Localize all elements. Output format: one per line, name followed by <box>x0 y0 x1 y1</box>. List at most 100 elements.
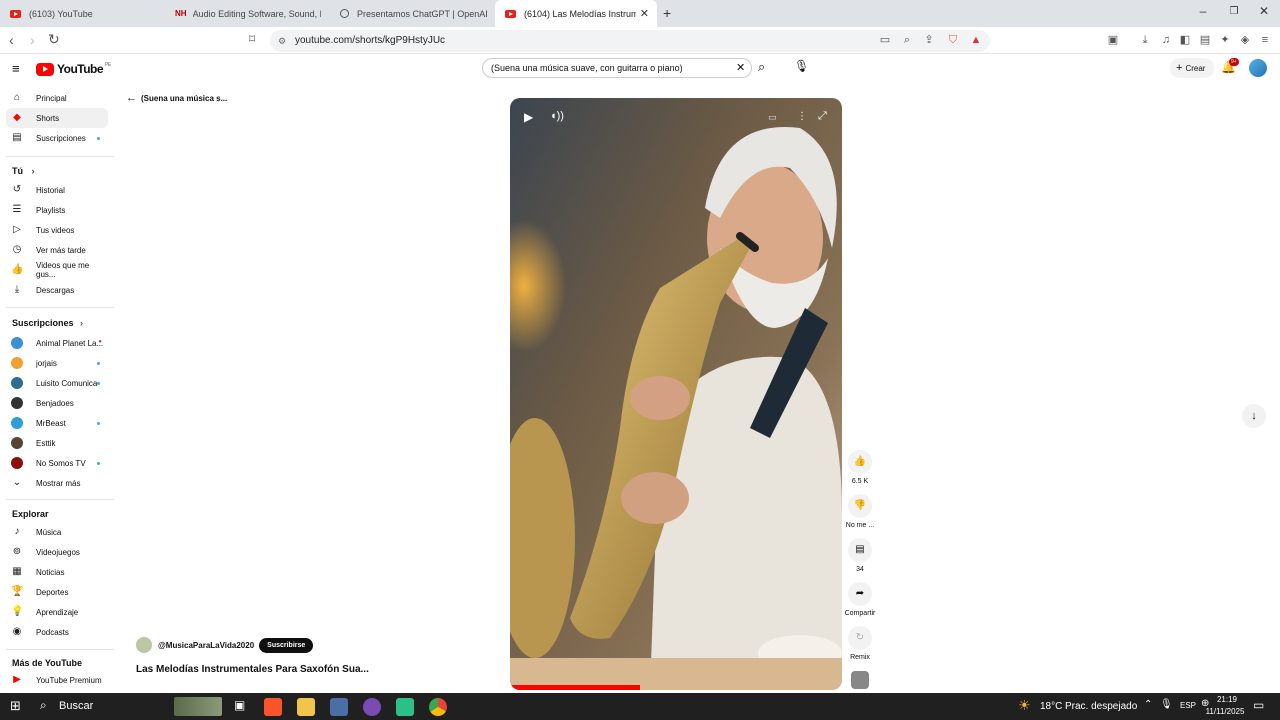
create-button[interactable]: + Crear <box>1170 58 1214 78</box>
search-value: (Suena una música suave, con guitarra o … <box>491 63 683 73</box>
remix-button[interactable]: ↻ Remix <box>843 626 877 661</box>
bookmark-icon[interactable]: ⌑ <box>249 32 255 46</box>
clock-date[interactable]: 11/11/2025 <box>1202 707 1248 716</box>
downloads-toolbar-icon[interactable]: ⤓ <box>1138 33 1152 47</box>
clear-search-icon[interactable]: ✕ <box>736 59 745 77</box>
file-explorer-icon[interactable] <box>297 698 315 716</box>
weather-temp[interactable]: 18°C <box>1040 701 1062 712</box>
sidebar-item-label: Historial <box>36 185 65 195</box>
tray-chevron-icon[interactable]: ⌃ <box>1144 699 1152 710</box>
sidebar-item-playlists[interactable]: ☰ Playlists <box>6 200 108 220</box>
play-icon[interactable]: ▶ <box>524 110 533 124</box>
brave-shield-icon[interactable]: ⛉ <box>946 33 960 47</box>
sidebar-sub-esttik[interactable]: Esttik <box>6 433 108 453</box>
account-avatar[interactable] <box>1249 59 1267 77</box>
volume-icon[interactable]: ◖)) <box>550 110 564 122</box>
site-info-icon[interactable]: ⚙ <box>278 30 286 52</box>
minimize-icon[interactable]: – <box>1193 4 1213 18</box>
taskbar-search[interactable]: Buscar <box>59 700 93 712</box>
sidebar-sub-mrbeast[interactable]: MrBeast <box>6 413 108 433</box>
sidebar-sub-no-somos-tv[interactable]: No Somos TV <box>6 453 108 473</box>
restore-icon[interactable]: ❐ <box>1224 6 1244 17</box>
wallet-icon[interactable]: ▤ <box>1198 33 1212 47</box>
new-tab-button[interactable]: + <box>663 5 671 21</box>
share-page-icon[interactable]: ⇪ <box>922 33 936 47</box>
you-section-title[interactable]: Tú › <box>12 166 35 176</box>
sidebar-item-liked[interactable]: 👍 Videos que me gus... <box>6 260 108 280</box>
reload-icon[interactable]: ↻ <box>48 31 60 48</box>
show-more-button[interactable]: ⌄ Mostrar más <box>6 473 108 493</box>
tab-chatgpt[interactable]: Presentamos ChatGPT | OpenAI <box>330 0 495 27</box>
video-title[interactable]: Las Melodías Instrumentales Para Saxofón… <box>136 664 369 675</box>
sidebar-item-podcasts[interactable]: ◉ Podcasts <box>6 622 108 642</box>
chrome-icon[interactable] <box>429 698 447 716</box>
app-taskbar-icon[interactable] <box>330 698 348 716</box>
weather-desc[interactable]: Prac. despejado <box>1065 701 1137 712</box>
sidebar-item-principal[interactable]: ⌂ Principal <box>6 88 108 108</box>
search-icon[interactable]: ⌕ <box>758 59 765 75</box>
vpn-icon[interactable]: ◈ <box>1238 33 1252 47</box>
search-input[interactable]: (Suena una música suave, con guitarra o … <box>482 58 752 78</box>
youtube-logo[interactable]: YouTube PE <box>36 62 111 76</box>
brave-taskbar-icon[interactable] <box>264 698 282 716</box>
next-short-button[interactable]: ↓ <box>1242 404 1266 428</box>
media-icon[interactable]: ♫ <box>1159 33 1173 47</box>
fullscreen-icon[interactable]: ⤢ <box>818 110 827 123</box>
weather-icon: ☀ <box>1018 697 1031 713</box>
sidebar-item-videojuegos[interactable]: ⊚ Videojuegos <box>6 542 108 562</box>
sidebar-item-ver-mas-tarde[interactable]: ◷ Ver más tarde <box>6 240 108 260</box>
shorts-video-player[interactable]: ▶ ◖)) ▭ ⋮ ⤢ <box>510 98 842 690</box>
channel-avatar[interactable] <box>136 637 152 653</box>
comments-button[interactable]: ▤ 34 <box>843 538 877 573</box>
leo-ai-icon[interactable]: ✦ <box>1218 33 1232 47</box>
close-tab-icon[interactable]: ✕ <box>640 7 649 20</box>
notification-center-icon[interactable]: ▭ <box>1253 698 1264 712</box>
captions-icon[interactable]: ▭ <box>768 112 777 123</box>
like-button[interactable]: 👍 6.5 K <box>843 450 877 485</box>
back-to-results-button[interactable]: ← (Suena una música s... <box>126 92 227 104</box>
subscriptions-section-title[interactable]: Suscripciones › <box>12 318 83 328</box>
more-options-icon[interactable]: ⋮ <box>797 111 807 122</box>
cast-icon[interactable]: ▭ <box>878 33 892 47</box>
channel-name[interactable]: @MusicaParaLaVida2020 <box>158 641 254 650</box>
sidebar-item-shorts[interactable]: ◆ Shorts <box>6 108 108 128</box>
menu-icon[interactable]: ≡ <box>1258 33 1272 47</box>
sidebar-sub-benjadoes[interactable]: Benjadoes <box>6 393 108 413</box>
sidebar-item-deportes[interactable]: 🏆 Deportes <box>6 582 108 602</box>
messenger-icon[interactable] <box>363 698 381 716</box>
clock-time[interactable]: 21:19 <box>1213 695 1241 704</box>
sidebar-sub-jorjais[interactable]: jorjais <box>6 353 108 373</box>
app-green-icon[interactable] <box>396 698 414 716</box>
sidebar-item-aprendizaje[interactable]: 💡 Aprendizaje <box>6 602 108 622</box>
sidebar-item-historial[interactable]: ↺ Historial <box>6 180 108 200</box>
language-indicator[interactable]: ESP <box>1180 701 1196 710</box>
mic-tray-icon[interactable]: 🎙 <box>1160 699 1173 710</box>
sidebar-item-noticias[interactable]: ▦ Noticias <box>6 562 108 582</box>
task-view-icon[interactable]: ▣ <box>234 698 245 712</box>
dislike-button[interactable]: 👎 No me ... <box>843 494 877 529</box>
share-button[interactable]: ➦ Compartir <box>843 582 877 617</box>
tab-audio-editing[interactable]: NH Audio Editing Software, Sound, Musi <box>165 0 330 27</box>
sidebar-item-subscriptions[interactable]: ▤ Suscripciones <box>6 128 108 148</box>
sidebar-toggle-icon[interactable]: ◧ <box>1178 33 1192 47</box>
windows-start-icon[interactable]: ⊞ <box>10 698 21 714</box>
hamburger-menu-icon[interactable]: ≡ <box>12 61 20 76</box>
subscribe-button[interactable]: Suscribirse <box>259 637 314 653</box>
sidebar-sub-luisito[interactable]: Luisito Comunica <box>6 373 108 393</box>
sound-thumbnail[interactable] <box>851 671 869 689</box>
sidebar-item-tus-videos[interactable]: ▷ Tus videos <box>6 220 108 240</box>
microphone-icon[interactable]: 🎙 <box>794 59 809 73</box>
forward-icon[interactable]: › <box>30 32 35 48</box>
sidebar-sub-animal-planet[interactable]: Animal Planet La... ● <box>6 333 108 353</box>
back-icon[interactable]: ‹ <box>9 32 14 48</box>
search-icon[interactable]: ⌕ <box>40 698 47 713</box>
tab-youtube-home[interactable]: (6103) YouTube <box>0 0 165 27</box>
sidebar-item-musica[interactable]: ♪ Música <box>6 522 108 542</box>
sidebar-item-premium[interactable]: ▶ YouTube Premium <box>6 670 108 690</box>
close-window-icon[interactable]: ✕ <box>1254 4 1274 18</box>
tab-active-shorts[interactable]: (6104) Las Melodías Instrumenta ✕ <box>495 0 657 27</box>
zoom-icon[interactable]: ⌕ <box>900 33 914 47</box>
sidebar-item-descargas[interactable]: ⤓ Descargas <box>6 280 108 300</box>
tab-search-icon[interactable]: ▣ <box>1106 33 1120 47</box>
brave-rewards-icon[interactable]: ▲ <box>969 33 983 47</box>
